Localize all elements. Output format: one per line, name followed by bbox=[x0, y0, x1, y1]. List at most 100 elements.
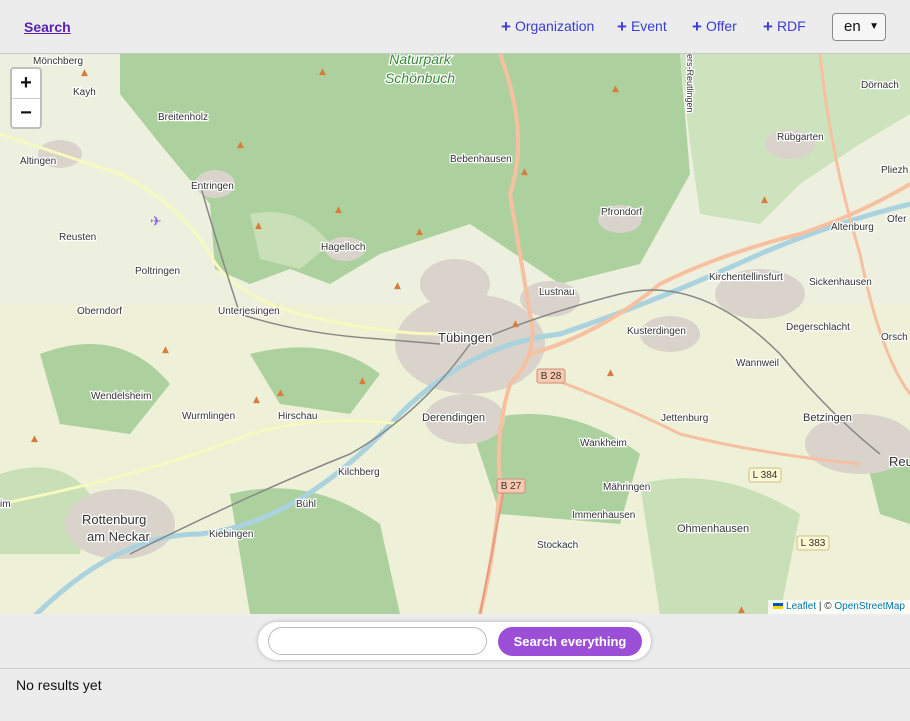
map-label: Kusterdingen bbox=[627, 326, 686, 337]
map-label: Breitenholz bbox=[158, 112, 208, 123]
svg-text:▲: ▲ bbox=[319, 67, 326, 77]
search-input[interactable] bbox=[268, 627, 487, 655]
map-attribution: Leaflet | © OpenStreetMap bbox=[768, 600, 910, 614]
svg-text:▲: ▲ bbox=[81, 68, 88, 78]
map-label: Naturpark bbox=[389, 54, 451, 67]
svg-text:▲: ▲ bbox=[612, 84, 619, 94]
map-label: Wurmlingen bbox=[182, 411, 235, 422]
map-label: Unterjesingen bbox=[218, 306, 280, 317]
svg-text:▲: ▲ bbox=[359, 376, 366, 386]
search-bar: Search everything bbox=[258, 622, 651, 660]
map-label: Hirschau bbox=[278, 411, 317, 422]
map-label: Mähringen bbox=[603, 482, 650, 493]
svg-text:▲: ▲ bbox=[31, 434, 38, 444]
map-label: Mönchberg bbox=[33, 56, 83, 67]
map-label: Hagelloch bbox=[321, 242, 365, 253]
map-view[interactable]: ✈ ▲ ▲ ▲ ▲ ▲ ▲ ▲ ▲ ▲ ▲ ▲ ▲ ▲ ▲ ▲ ▲ ▲ ▲ B 28 B 27 L 38… bbox=[0, 54, 910, 614]
zoom-in-button[interactable]: + bbox=[12, 69, 40, 99]
nav-label: Offer bbox=[705, 18, 737, 34]
map-label: Kiebingen bbox=[209, 529, 253, 540]
map-label: Sickenhausen bbox=[809, 277, 872, 288]
svg-text:▲: ▲ bbox=[255, 221, 262, 231]
map-label: Derendingen bbox=[422, 412, 485, 424]
map-label: Schönbuch bbox=[385, 70, 455, 86]
map-label: Oberndorf bbox=[77, 306, 122, 317]
add-rdf-link[interactable]: + RDF bbox=[763, 17, 806, 37]
add-organization-link[interactable]: + Organization bbox=[501, 17, 594, 37]
map-label: Dörnach bbox=[861, 80, 899, 91]
zoom-control: + − bbox=[10, 67, 42, 129]
results-status: No results yet bbox=[16, 677, 102, 693]
attribution-separator: | © bbox=[816, 601, 835, 612]
plus-icon: + bbox=[692, 17, 702, 36]
airfield-icon: ✈ bbox=[150, 214, 162, 230]
map-label: Bebenhausen bbox=[450, 154, 512, 165]
svg-text:▲: ▲ bbox=[738, 605, 745, 614]
map-label: Kayh bbox=[73, 87, 96, 98]
svg-text:▲: ▲ bbox=[607, 368, 614, 378]
map-label: Kilchberg bbox=[338, 467, 380, 478]
road-label: L 383 bbox=[801, 538, 826, 549]
ukraine-flag-icon bbox=[773, 603, 784, 609]
svg-text:▲: ▲ bbox=[761, 195, 768, 205]
map-label: Pfrondorf bbox=[601, 207, 642, 218]
map-label: Betzingen bbox=[803, 412, 852, 424]
road-label: L 384 bbox=[753, 470, 778, 481]
map-label: Wankheim bbox=[580, 438, 627, 449]
add-offer-link[interactable]: + Offer bbox=[692, 17, 737, 37]
map-label: Kirchentellinsfurt bbox=[709, 272, 783, 283]
leaflet-link[interactable]: Leaflet bbox=[786, 601, 816, 612]
top-navigation-bar: Search + Organization + Event + Offer + RDF … bbox=[0, 0, 910, 54]
map-label: Lustnau bbox=[539, 287, 575, 298]
map-label: Rottenburg bbox=[82, 512, 146, 527]
results-divider bbox=[0, 668, 910, 669]
map-label: im bbox=[0, 499, 11, 510]
map-label: Pliezh bbox=[881, 165, 908, 176]
map-label: Reu bbox=[889, 454, 910, 469]
road-label: B 28 bbox=[541, 371, 562, 382]
plus-icon: + bbox=[501, 17, 511, 36]
map-label: Rübgarten bbox=[777, 132, 824, 143]
map-label: Ohmenhausen bbox=[677, 523, 749, 535]
map-label: Jettenburg bbox=[661, 413, 708, 424]
openstreetmap-link[interactable]: OpenStreetMap bbox=[834, 601, 905, 612]
add-event-link[interactable]: + Event bbox=[617, 17, 667, 37]
search-everything-button[interactable]: Search everything bbox=[498, 627, 642, 656]
map-label: Wendelsheim bbox=[91, 391, 151, 402]
map-label: Immenhausen bbox=[572, 510, 635, 521]
svg-text:▲: ▲ bbox=[253, 395, 260, 405]
map-label: Degerschlacht bbox=[786, 322, 850, 333]
map-label: Orsch bbox=[881, 332, 908, 343]
map-label: Tübingen bbox=[438, 330, 492, 345]
nav-label: RDF bbox=[776, 18, 806, 34]
plus-icon: + bbox=[617, 17, 627, 36]
map-label: Entringen bbox=[191, 181, 234, 192]
road-label: B 27 bbox=[501, 481, 522, 492]
svg-text:▲: ▲ bbox=[277, 388, 284, 398]
svg-text:▲: ▲ bbox=[521, 167, 528, 177]
map-label: am Neckar bbox=[87, 529, 151, 544]
svg-text:▲: ▲ bbox=[162, 345, 169, 355]
map-label: Altenburg bbox=[831, 222, 874, 233]
map-label: Ofer bbox=[887, 214, 907, 225]
language-select[interactable]: en ▼ bbox=[832, 13, 886, 41]
search-home-link[interactable]: Search bbox=[24, 19, 71, 35]
zoom-out-button[interactable]: − bbox=[12, 99, 40, 128]
nav-label: Organization bbox=[514, 18, 595, 34]
map-label: Poltringen bbox=[135, 266, 180, 277]
svg-text:▲: ▲ bbox=[416, 227, 423, 237]
map-label: Reusten bbox=[59, 232, 96, 243]
plus-icon: + bbox=[763, 17, 773, 36]
language-value: en bbox=[844, 18, 861, 35]
map-label: Bühl bbox=[296, 499, 316, 510]
map-tiles: ✈ ▲ ▲ ▲ ▲ ▲ ▲ ▲ ▲ ▲ ▲ ▲ ▲ ▲ ▲ ▲ ▲ ▲ ▲ B 28 B 27 L 38… bbox=[0, 54, 910, 614]
svg-text:▲: ▲ bbox=[512, 319, 519, 329]
chevron-down-icon: ▼ bbox=[869, 21, 879, 32]
svg-text:▲: ▲ bbox=[394, 281, 401, 291]
map-label: Wannweil bbox=[736, 358, 779, 369]
map-label: ers-Reutlingen bbox=[685, 54, 695, 113]
nav-label: Event bbox=[630, 18, 667, 34]
svg-text:▲: ▲ bbox=[335, 205, 342, 215]
svg-text:▲: ▲ bbox=[237, 140, 244, 150]
map-label: Stockach bbox=[537, 540, 578, 551]
